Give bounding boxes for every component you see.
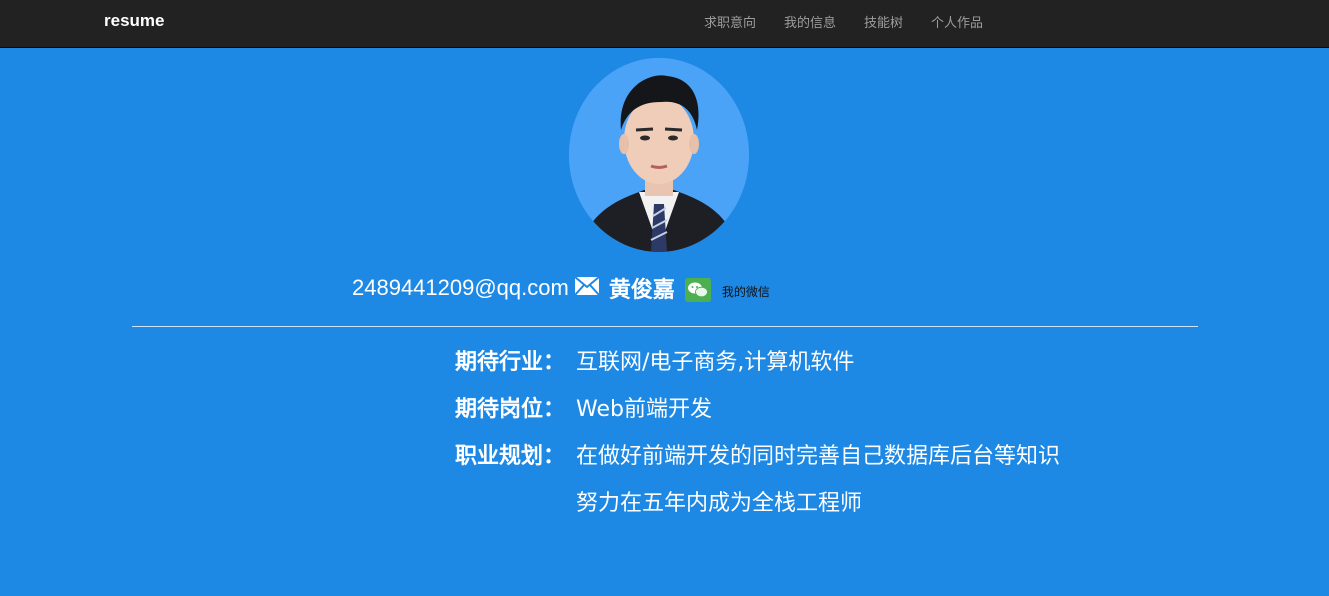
email-text: 2489441209@qq.com bbox=[352, 275, 569, 300]
nav-link-skill-tree[interactable]: 技能树 bbox=[850, 0, 917, 48]
person-name: 黄俊嘉 bbox=[608, 278, 675, 303]
avatar-photo bbox=[569, 58, 749, 252]
main-content: 2489441209@qq.com 黄俊嘉 我的微信 期待行业： 互联网/电子商… bbox=[0, 48, 1329, 596]
plan-value-line1: 在做好前端开发的同时完善自己数据库后台等知识 bbox=[576, 444, 1061, 469]
position-row: 期待岗位： Web前端开发 bbox=[455, 391, 712, 423]
envelope-icon bbox=[574, 276, 600, 296]
position-label: 期待岗位： bbox=[455, 397, 566, 422]
plan-value-line2: 努力在五年内成为全栈工程师 bbox=[576, 491, 863, 516]
industry-row: 期待行业： 互联网/电子商务,计算机软件 bbox=[455, 344, 854, 376]
industry-label: 期待行业： bbox=[455, 350, 566, 375]
nav-links: 求职意向 我的信息 技能树 个人作品 bbox=[690, 0, 997, 48]
contact-row: 2489441209@qq.com 黄俊嘉 我的微信 bbox=[352, 270, 770, 306]
wechat-icon[interactable] bbox=[684, 278, 711, 302]
wechat-label[interactable]: 我的微信 bbox=[722, 283, 770, 300]
divider bbox=[132, 326, 1198, 327]
top-navbar: resume 求职意向 我的信息 技能树 个人作品 bbox=[0, 0, 1329, 48]
avatar bbox=[569, 58, 749, 252]
nav-link-job-intent[interactable]: 求职意向 bbox=[690, 0, 770, 48]
industry-value: 互联网/电子商务,计算机软件 bbox=[576, 350, 855, 375]
nav-link-my-info[interactable]: 我的信息 bbox=[770, 0, 850, 48]
plan-row: 职业规划： 在做好前端开发的同时完善自己数据库后台等知识 bbox=[455, 438, 1060, 470]
brand-link[interactable]: resume bbox=[104, 11, 164, 31]
position-value: Web前端开发 bbox=[576, 397, 712, 422]
plan-label: 职业规划： bbox=[455, 444, 566, 469]
nav-link-portfolio[interactable]: 个人作品 bbox=[917, 0, 997, 48]
